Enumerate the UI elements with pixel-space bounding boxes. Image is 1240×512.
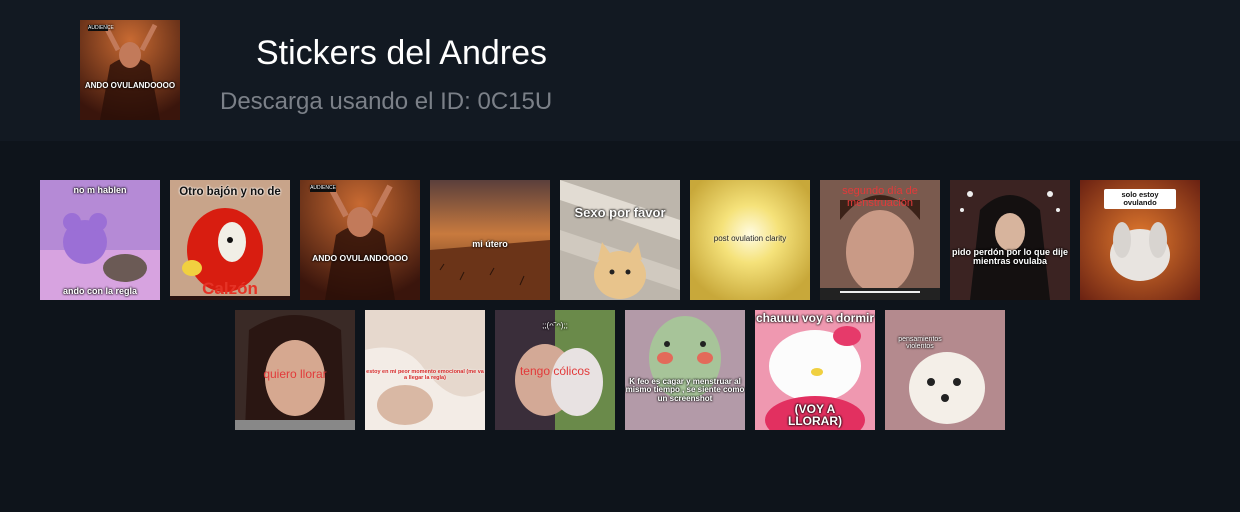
- sticker-caption-bottom: ando con la regla: [62, 285, 138, 296]
- sticker-caption-bottom: (VOY A LLORAR): [788, 401, 842, 429]
- sticker-caption: Sexo por favor: [574, 205, 666, 220]
- sticker-mi-utero[interactable]: mi útero: [430, 180, 550, 300]
- sticker-caption-bottom: Calzón: [202, 279, 258, 299]
- sticker-post-ovulation-clarity[interactable]: post ovulation clarity: [690, 180, 810, 300]
- sticker-caption: solo estoy ovulando: [1104, 189, 1176, 209]
- sticker-k-feo-es-cagar[interactable]: K feo es cagar y menstruar al mismo tiem…: [625, 310, 745, 430]
- sticker-caption: pido perdón por lo que dije mientras ovu…: [952, 247, 1068, 267]
- sticker-caption: segundo día de menstruación: [842, 185, 918, 209]
- sticker-sexo-por-favor[interactable]: Sexo por favor: [560, 180, 680, 300]
- sticker-caption: ANDO OVULANDOOOO: [312, 253, 408, 263]
- sticker-caption: tengo cólicos: [519, 364, 591, 378]
- sticker-tengo-colicos[interactable]: ;;(ᴖ˜ᴖ);; tengo cólicos: [495, 310, 615, 430]
- sticker-badge: AUDIENCE: [310, 185, 336, 191]
- pack-download-id: Descarga usando el ID: 0C15U: [220, 88, 553, 115]
- cover-badge: AUDIENCE: [88, 25, 114, 31]
- sticker-solo-estoy-ovulando[interactable]: solo estoy ovulando: [1080, 180, 1200, 300]
- sticker-quiero-llorar[interactable]: quiero llorar: [235, 310, 355, 430]
- sticker-caption: K feo es cagar y menstruar al mismo tiem…: [625, 377, 745, 403]
- sticker-caption: pensamientos violentos: [898, 336, 942, 351]
- sticker-caption-top: ;;(ᴖ˜ᴖ);;: [542, 321, 568, 330]
- sticker-segundo-dia[interactable]: segundo día de menstruación: [820, 180, 940, 300]
- cover-caption: ANDO OVULANDOOOO: [84, 81, 176, 90]
- sticker-caption: quiero llorar: [263, 367, 327, 381]
- sticker-row-1: no m hablen ando con la regla Otro bajón…: [0, 180, 1240, 300]
- sticker-caption: post ovulation clarity: [713, 234, 787, 243]
- sticker-otro-bajon[interactable]: Otro bajón y no de Calzón: [170, 180, 290, 300]
- sticker-caption: mi útero: [472, 239, 508, 249]
- sticker-caption: estoy en mi peor momento emocional (me v…: [366, 369, 484, 381]
- sticker-chauuu-voy-a-dormir[interactable]: chauuu voy a dormir (VOY A LLORAR): [755, 310, 875, 430]
- pack-header: AUDIENCE ANDO OVULANDOOOO Stickers del A…: [0, 0, 1240, 141]
- sticker-pido-perdon[interactable]: pido perdón por lo que dije mientras ovu…: [950, 180, 1070, 300]
- sticker-caption-top: chauuu voy a dormir: [755, 311, 875, 325]
- sticker-grid: no m hablen ando con la regla Otro bajón…: [0, 180, 1240, 440]
- sticker-row-2: quiero llorar estoy en mi peor momento e…: [0, 310, 1240, 430]
- sticker-caption-top: no m hablen: [73, 185, 127, 195]
- sticker-no-m-hablen[interactable]: no m hablen ando con la regla: [40, 180, 160, 300]
- pack-title: Stickers del Andres: [256, 34, 548, 72]
- sticker-peor-momento-emocional[interactable]: estoy en mi peor momento emocional (me v…: [365, 310, 485, 430]
- pack-cover-image: AUDIENCE ANDO OVULANDOOOO: [80, 20, 180, 120]
- sticker-ando-ovulandoooo[interactable]: AUDIENCE ANDO OVULANDOOOO: [300, 180, 420, 300]
- sticker-pensamientos-violentos[interactable]: pensamientos violentos: [885, 310, 1005, 430]
- sticker-caption-top: Otro bajón y no de: [179, 186, 281, 198]
